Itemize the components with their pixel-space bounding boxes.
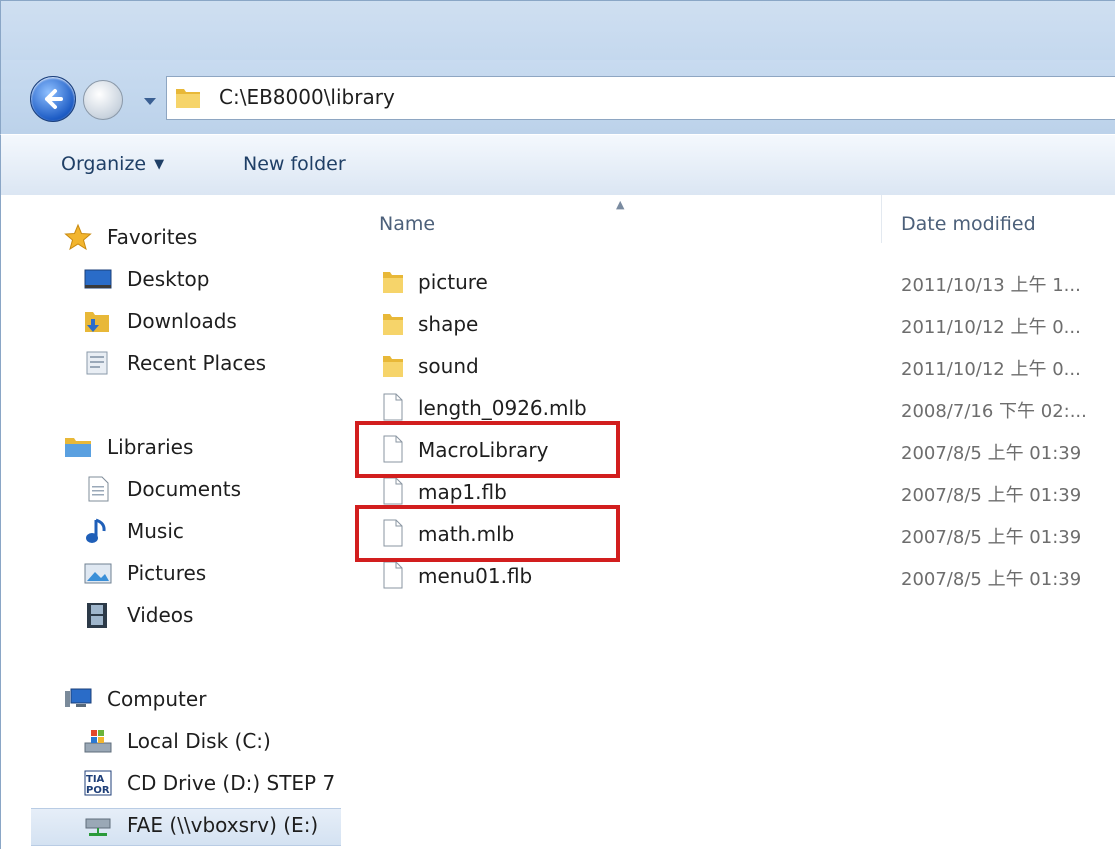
file-date: 2007/8/5 上午 01:39 (901, 569, 1082, 590)
computer-icon (65, 688, 92, 707)
back-arrow-icon (45, 89, 63, 109)
svg-text:POR: POR (86, 785, 110, 796)
chevron-down-icon: ▼ (154, 157, 165, 172)
cd-drive-icon: TIA POR (84, 770, 112, 796)
local-disk-icon (84, 730, 112, 753)
nav-item-label: Downloads (127, 309, 237, 333)
desktop-icon (84, 269, 112, 289)
nav-favorites-label: Favorites (107, 225, 198, 249)
recent-places-icon (86, 351, 108, 375)
nav-item-network-drive[interactable]: FAE (\\vboxsrv) (E:) (31, 808, 341, 846)
file-name: picture (418, 270, 488, 294)
recent-pages-button[interactable] (143, 93, 157, 105)
network-drive-icon (85, 818, 111, 836)
column-header-name[interactable]: Name (379, 213, 435, 235)
sort-ascending-icon: ▲ (616, 198, 625, 211)
file-name: length_0926.mlb (418, 396, 587, 420)
list-item[interactable]: picture 2011/10/13 上午 1... (341, 261, 1115, 301)
chevron-down-icon (144, 98, 156, 105)
svg-text:TIA: TIA (86, 774, 105, 785)
file-date: 2008/7/16 下午 02:... (901, 401, 1087, 422)
downloads-icon (85, 312, 109, 332)
new-folder-label: New folder (243, 153, 346, 175)
new-folder-button[interactable]: New folder (243, 153, 346, 175)
highlight-box-macrolibrary (355, 421, 620, 478)
nav-item-label: Videos (127, 603, 194, 627)
file-date: 2011/10/12 上午 0... (901, 317, 1081, 338)
videos-icon (87, 603, 107, 628)
highlight-box-math-mlb (355, 505, 620, 562)
pictures-icon (84, 563, 112, 584)
nav-item-label: CD Drive (D:) STEP 7 (127, 771, 336, 795)
column-header-date-modified[interactable]: Date modified (901, 213, 1036, 235)
list-item[interactable]: sound 2011/10/12 上午 0... (341, 345, 1115, 385)
folder-icon (383, 272, 403, 293)
file-name: shape (418, 312, 479, 336)
nav-item-label: Desktop (127, 267, 210, 291)
file-date: 2007/8/5 上午 01:39 (901, 527, 1082, 548)
folder-icon (383, 356, 403, 377)
address-path: C:\EB8000\library (219, 85, 395, 109)
libraries-icon (65, 438, 91, 457)
file-date: 2007/8/5 上午 01:39 (901, 443, 1082, 464)
folder-icon (383, 314, 403, 335)
music-icon (86, 518, 106, 543)
organize-button[interactable]: Organize ▼ (61, 153, 164, 175)
navigation-pane: Favorites Desktop Downloads Recent Place… (0, 195, 341, 849)
file-name: sound (418, 354, 479, 378)
command-bar: Organize ▼ New folder (0, 134, 1115, 196)
list-item[interactable]: shape 2011/10/12 上午 0... (341, 303, 1115, 343)
file-list: ▲ Name Date modified picture 2011/10/13 … (341, 195, 1115, 849)
file-date: 2011/10/12 上午 0... (901, 359, 1081, 380)
organize-label: Organize (61, 153, 147, 175)
nav-item-label: Music (127, 519, 184, 543)
forward-button[interactable] (83, 80, 123, 120)
nav-item-label: Pictures (127, 561, 207, 585)
column-divider[interactable] (881, 195, 882, 243)
file-name: menu01.flb (418, 564, 533, 588)
folder-icon (176, 89, 200, 108)
file-name: map1.flb (418, 480, 507, 504)
file-date: 2007/8/5 上午 01:39 (901, 485, 1082, 506)
explorer-window: C:\EB8000\library Organize ▼ New folder F… (0, 0, 1115, 849)
nav-item-label: FAE (\\vboxsrv) (E:) (127, 813, 319, 837)
star-icon (64, 223, 92, 251)
address-bar[interactable]: C:\EB8000\library (166, 76, 1115, 120)
file-date: 2011/10/13 上午 1... (901, 275, 1081, 296)
nav-item-label: Local Disk (C:) (127, 729, 271, 753)
title-bar (0, 0, 1115, 61)
file-icon (383, 393, 403, 421)
nav-libraries-label: Libraries (107, 435, 194, 459)
file-icon (383, 561, 403, 589)
documents-icon (88, 476, 109, 502)
back-button[interactable] (30, 76, 76, 122)
nav-item-label: Documents (127, 477, 242, 501)
nav-item-label: Recent Places (127, 351, 267, 375)
nav-computer-label: Computer (107, 687, 207, 711)
file-icon (383, 477, 403, 505)
